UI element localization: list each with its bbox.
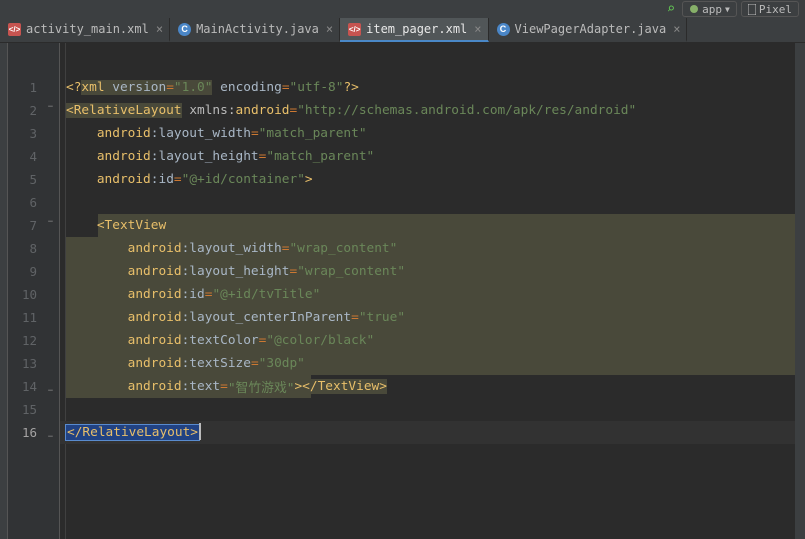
fold-toggle-icon[interactable]: − [46, 432, 55, 441]
code-line[interactable]: <RelativeLayout xmlns:android="http://sc… [60, 99, 805, 122]
line-number[interactable]: 8 [8, 237, 59, 260]
tab-label: item_pager.xml [366, 22, 467, 36]
fold-toggle-icon[interactable]: − [46, 102, 55, 111]
android-icon [689, 4, 699, 14]
gutter[interactable]: 12−34567−891011121314−1516− [8, 43, 60, 539]
line-number[interactable]: 12 [8, 329, 59, 352]
close-icon[interactable]: × [671, 22, 680, 36]
text-caret [199, 423, 201, 440]
close-icon[interactable]: × [472, 22, 481, 36]
line-number[interactable]: 6 [8, 191, 59, 214]
left-tool-strip[interactable] [0, 43, 8, 539]
java-file-icon: C [497, 23, 510, 36]
line-number[interactable]: 13 [8, 352, 59, 375]
code-line[interactable]: <?xml version="1.0" encoding="utf-8"?> [60, 76, 805, 99]
line-number[interactable]: 10 [8, 283, 59, 306]
java-file-icon: C [178, 23, 191, 36]
device-label: Pixel [759, 3, 792, 16]
tab-main-activity[interactable]: C MainActivity.java × [170, 18, 340, 42]
tab-item-pager[interactable]: </> item_pager.xml × [340, 18, 488, 42]
device-selector[interactable]: Pixel [741, 1, 799, 17]
run-target-label: app [702, 3, 722, 16]
phone-icon [748, 4, 756, 15]
code-line[interactable]: android:layout_width="wrap_content" [60, 237, 805, 260]
code-line[interactable]: android:text="智竹游戏"></TextView> [60, 375, 805, 398]
code-line[interactable]: android:id="@+id/tvTitle" [60, 283, 805, 306]
code-line[interactable]: <TextView [60, 214, 805, 237]
line-number[interactable]: 4 [8, 145, 59, 168]
code-line-current[interactable]: </RelativeLayout> [60, 421, 805, 444]
line-number[interactable]: 14− [8, 375, 59, 398]
line-number[interactable]: 9 [8, 260, 59, 283]
code-line[interactable]: android:id="@+id/container"> [60, 168, 805, 191]
line-number[interactable]: 16− [8, 421, 59, 444]
search-icon[interactable]: ⌕ [664, 1, 678, 17]
xml-file-icon: </> [348, 23, 361, 36]
code-line[interactable]: android:layout_height="wrap_content" [60, 260, 805, 283]
scrollbar[interactable] [795, 43, 805, 539]
editor-area: 12−34567−891011121314−1516− <?xml versio… [0, 43, 805, 539]
line-number[interactable]: 1 [8, 76, 59, 99]
close-icon[interactable]: × [324, 22, 333, 36]
code-line[interactable]: android:textSize="30dp" [60, 352, 805, 375]
line-number[interactable]: 5 [8, 168, 59, 191]
tab-label: activity_main.xml [26, 22, 149, 36]
code-line[interactable]: android:layout_height="match_parent" [60, 145, 805, 168]
tab-viewpager-adapter[interactable]: C ViewPagerAdapter.java × [489, 18, 688, 42]
line-number[interactable]: 15 [8, 398, 59, 421]
tab-label: ViewPagerAdapter.java [515, 22, 667, 36]
editor-tabs: </> activity_main.xml × C MainActivity.j… [0, 18, 805, 43]
code-editor[interactable]: <?xml version="1.0" encoding="utf-8"?> <… [60, 43, 805, 539]
code-line[interactable]: android:layout_width="match_parent" [60, 122, 805, 145]
fold-toggle-icon[interactable]: − [46, 386, 55, 395]
run-config-dropdown[interactable]: app ▼ [682, 1, 737, 17]
code-line[interactable]: android:layout_centerInParent="true" [60, 306, 805, 329]
tab-label: MainActivity.java [196, 22, 319, 36]
line-number[interactable]: 3 [8, 122, 59, 145]
tab-activity-main[interactable]: </> activity_main.xml × [0, 18, 170, 42]
line-number[interactable]: 11 [8, 306, 59, 329]
xml-file-icon: </> [8, 23, 21, 36]
code-line[interactable] [60, 398, 805, 421]
code-line[interactable] [60, 191, 805, 214]
top-toolbar: ⌕ app ▼ Pixel [0, 0, 805, 18]
close-icon[interactable]: × [154, 22, 163, 36]
line-number[interactable]: 2− [8, 99, 59, 122]
code-line[interactable]: android:textColor="@color/black" [60, 329, 805, 352]
fold-toggle-icon[interactable]: − [46, 217, 55, 226]
chevron-down-icon: ▼ [725, 5, 730, 14]
line-number[interactable]: 7− [8, 214, 59, 237]
